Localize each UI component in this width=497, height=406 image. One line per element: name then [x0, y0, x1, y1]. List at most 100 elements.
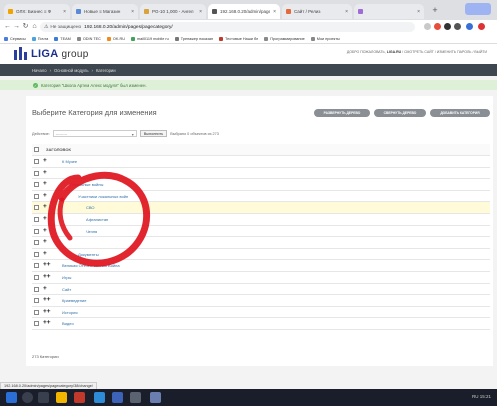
table-row[interactable]: + СВО	[32, 202, 490, 214]
category-title-link[interactable]: Сайт	[62, 287, 71, 292]
forward-icon[interactable]: →	[12, 22, 21, 31]
drag-handle-icon[interactable]: ++	[43, 262, 51, 269]
start-icon[interactable]	[6, 392, 17, 403]
breadcrumb-link-module[interactable]: Основной модуль	[54, 68, 89, 73]
category-title-link[interactable]: СВО	[86, 205, 95, 210]
add-category-button[interactable]: ДОБАВИТЬ КАТЕГОРИЯ	[430, 109, 490, 117]
row-checkbox[interactable]	[34, 205, 39, 211]
table-row[interactable]: + К Музее	[32, 156, 490, 168]
new-tab-button[interactable]: +	[430, 5, 440, 15]
drag-handle-icon[interactable]: ++	[43, 273, 51, 280]
drag-handle-icon[interactable]: +	[43, 169, 47, 176]
row-checkbox[interactable]	[34, 321, 39, 327]
bookmark-item[interactable]: Тренажер показан	[174, 36, 213, 41]
extension-icon[interactable]	[478, 23, 485, 30]
table-row[interactable]: +	[32, 237, 490, 249]
drag-handle-icon[interactable]: +	[43, 157, 47, 164]
column-header-title[interactable]: ЗАГОЛОВОК	[46, 147, 71, 152]
drag-handle-icon[interactable]: +	[43, 238, 47, 245]
row-checkbox[interactable]	[34, 228, 39, 234]
row-checkbox[interactable]	[34, 182, 39, 188]
row-checkbox[interactable]	[34, 159, 39, 164]
row-checkbox[interactable]	[34, 170, 39, 176]
close-tab-icon[interactable]: ×	[63, 9, 66, 15]
category-title-link[interactable]: Участники локальных войн	[78, 194, 128, 199]
extension-icon[interactable]	[454, 23, 461, 30]
site-logo[interactable]: LIGA group	[14, 47, 89, 60]
breadcrumb-link-home[interactable]: Начало	[32, 68, 47, 73]
row-checkbox[interactable]	[34, 309, 39, 315]
bookmark-item[interactable]: Сервисы	[4, 36, 26, 41]
row-checkbox[interactable]	[34, 251, 39, 257]
drag-handle-icon[interactable]: +	[43, 250, 47, 257]
category-title-link[interactable]: Афганистан	[86, 217, 108, 222]
reload-icon[interactable]: ↻	[21, 22, 30, 31]
category-title-link[interactable]: К Музее	[62, 159, 77, 164]
browser-tab[interactable]: ×	[354, 4, 424, 19]
drag-handle-icon[interactable]: ++	[43, 308, 51, 315]
category-title-link[interactable]: Локальные войны	[70, 182, 103, 187]
row-checkbox[interactable]	[34, 216, 39, 222]
browser-tab[interactable]: ОЛХ: Бизнес ≡ Ф ×	[4, 4, 70, 19]
action-select[interactable]: --------- ▾	[52, 130, 137, 137]
drag-handle-icon[interactable]: +	[43, 215, 47, 222]
table-row[interactable]: + Афганистан	[32, 214, 490, 226]
drag-handle-icon[interactable]: +	[43, 180, 47, 187]
table-row[interactable]: ++ Игры	[32, 272, 490, 284]
window-controls[interactable]	[465, 3, 491, 15]
drag-handle-icon[interactable]: +	[43, 227, 47, 234]
app-icon[interactable]	[74, 392, 85, 403]
bookmark-item[interactable]: Тестовые Наши бл	[219, 36, 258, 41]
app-icon[interactable]	[112, 392, 123, 403]
category-title-link[interactable]: Краеведение	[62, 298, 86, 303]
bookmark-item[interactable]: ODIN TEC	[76, 36, 101, 41]
search-icon[interactable]	[22, 392, 33, 403]
select-all-checkbox[interactable]	[34, 147, 39, 152]
profile-avatar-icon[interactable]	[466, 23, 473, 30]
table-row[interactable]: + Чечня	[32, 226, 490, 238]
row-checkbox[interactable]	[34, 263, 39, 269]
drag-handle-icon[interactable]: +	[43, 285, 47, 292]
row-checkbox[interactable]	[34, 193, 39, 199]
address-bar[interactable]: ⚠ Не защищено 192.168.0.20/admin/pages/p…	[40, 22, 415, 32]
browser-tab[interactable]: Сайт / Релиз ×	[282, 4, 352, 19]
row-checkbox[interactable]	[34, 274, 39, 280]
app-icon[interactable]	[150, 392, 161, 403]
row-checkbox[interactable]	[34, 298, 39, 304]
category-title-link[interactable]: Чечня	[86, 229, 97, 234]
browser-tab-active[interactable]: 192.168.0.20/admin/page ×	[208, 4, 280, 19]
app-icon[interactable]	[130, 392, 141, 403]
close-tab-icon[interactable]: ×	[273, 9, 276, 15]
back-icon[interactable]: ←	[3, 22, 12, 31]
table-row[interactable]: + Локальные войны	[32, 179, 490, 191]
bookmark-item[interactable]: Мои проекты	[310, 36, 340, 41]
table-row[interactable]: ++ Великая Отечественная Война	[32, 260, 490, 272]
drag-handle-icon[interactable]: +	[43, 204, 47, 211]
task-view-icon[interactable]	[38, 392, 49, 403]
bookmark-item[interactable]: OK.RU	[106, 36, 125, 41]
table-row[interactable]: ++ Краеведение	[32, 295, 490, 307]
extension-icon[interactable]	[424, 23, 431, 30]
category-title-link[interactable]: Великая Отечественная Война	[62, 263, 120, 268]
category-title-link[interactable]: Документы	[78, 252, 99, 257]
drag-handle-icon[interactable]: ++	[43, 320, 51, 327]
extension-icon[interactable]	[434, 23, 441, 30]
system-tray[interactable]: RU 15:21	[472, 394, 491, 399]
category-title-link[interactable]: Видео	[62, 321, 74, 326]
bookmark-item[interactable]: Почта	[31, 36, 48, 41]
category-title-link[interactable]: Игры	[62, 275, 71, 280]
close-tab-icon[interactable]: ×	[199, 9, 202, 15]
browser-tab[interactable]: Новые ≡ Магазин ×	[72, 4, 138, 19]
collapse-tree-button[interactable]: СВЕРНУТЬ ДЕРЕВО	[374, 109, 426, 117]
file-explorer-icon[interactable]	[56, 392, 67, 403]
bookmark-item[interactable]: mail0119 mobile ru	[130, 36, 169, 41]
expand-tree-button[interactable]: РАЗВЕРНУТЬ ДЕРЕВО	[314, 109, 370, 117]
row-checkbox[interactable]	[34, 240, 39, 246]
drag-handle-icon[interactable]: +	[43, 192, 47, 199]
table-row[interactable]: + Участники локальных войн	[32, 191, 490, 203]
home-icon[interactable]: ⌂	[30, 22, 39, 31]
close-tab-icon[interactable]: ×	[417, 9, 420, 15]
row-checkbox[interactable]	[34, 286, 39, 292]
bookmark-item[interactable]: Программирование	[264, 36, 305, 41]
drag-handle-icon[interactable]: ++	[43, 296, 51, 303]
